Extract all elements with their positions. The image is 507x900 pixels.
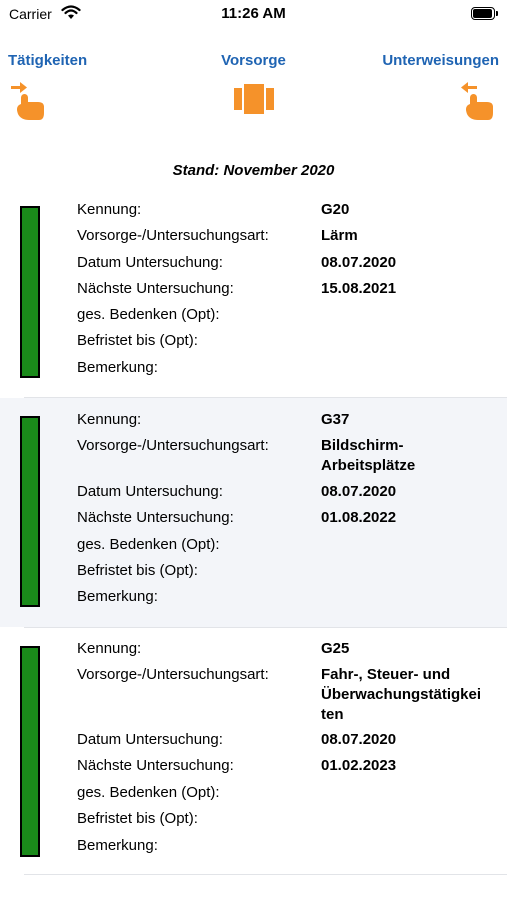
art-value: Fahr-, Steuer- und Überwachungstätigkei … <box>321 666 482 723</box>
row-label: Vorsorge-/Untersuchungsart: <box>77 666 269 683</box>
status-indicator <box>20 206 40 378</box>
row-label: Nächste Untersuchung: <box>77 509 234 526</box>
kennung-value: G25 <box>321 640 350 657</box>
datum-value: 08.07.2020 <box>321 254 397 271</box>
row-label: ges. Bedenken (Opt): <box>77 784 220 801</box>
row-label: Befristet bis (Opt): <box>77 332 198 349</box>
list-item[interactable]: Kennung: G25 Vorsorge-/Untersuchungsart:… <box>0 628 507 874</box>
battery-icon <box>471 7 498 20</box>
art-value: Bildschirm- Arbeitsplätze <box>321 437 416 474</box>
row-label: Vorsorge-/Untersuchungsart: <box>77 227 269 244</box>
row-label: Datum Untersuchung: <box>77 254 223 271</box>
row-label: Nächste Untersuchung: <box>77 280 234 297</box>
naechste-value: 01.08.2022 <box>321 509 397 526</box>
row-label: Bemerkung: <box>77 359 158 376</box>
status-indicator <box>20 646 40 857</box>
swipe-left-icon[interactable] <box>460 80 494 122</box>
row-label: ges. Bedenken (Opt): <box>77 306 220 323</box>
naechste-value: 15.08.2021 <box>321 280 397 297</box>
row-label: Bemerkung: <box>77 588 158 605</box>
list-item[interactable]: Kennung: G37 Vorsorge-/Untersuchungsart:… <box>0 398 507 627</box>
naechste-value: 01.02.2023 <box>321 757 397 774</box>
swipe-right-icon[interactable] <box>11 80 45 122</box>
row-label: Kennung: <box>77 201 142 218</box>
list-item[interactable]: Kennung: G20 Vorsorge-/Untersuchungsart:… <box>0 190 507 397</box>
row-label: Kennung: <box>77 640 142 657</box>
art-value: Lärm <box>321 227 358 244</box>
binder-icon <box>234 84 274 114</box>
nav-unterweisungen-link[interactable]: Unterweisungen <box>382 52 499 69</box>
kennung-value: G37 <box>321 411 350 428</box>
divider <box>24 874 507 875</box>
status-bar: Carrier 11:26 AM <box>0 0 507 30</box>
datum-value: 08.07.2020 <box>321 731 397 748</box>
row-label: Datum Untersuchung: <box>77 731 223 748</box>
row-label: Vorsorge-/Untersuchungsart: <box>77 437 269 454</box>
row-label: Kennung: <box>77 411 142 428</box>
stand-date: Stand: November 2020 <box>172 162 335 179</box>
row-label: Nächste Untersuchung: <box>77 757 234 774</box>
datum-value: 08.07.2020 <box>321 483 397 500</box>
row-label: Befristet bis (Opt): <box>77 562 198 579</box>
status-indicator <box>20 416 40 607</box>
status-time: 11:26 AM <box>221 5 286 22</box>
row-label: Befristet bis (Opt): <box>77 810 198 827</box>
row-label: Datum Untersuchung: <box>77 483 223 500</box>
row-label: Bemerkung: <box>77 837 158 854</box>
row-label: ges. Bedenken (Opt): <box>77 536 220 553</box>
kennung-value: G20 <box>321 201 350 218</box>
